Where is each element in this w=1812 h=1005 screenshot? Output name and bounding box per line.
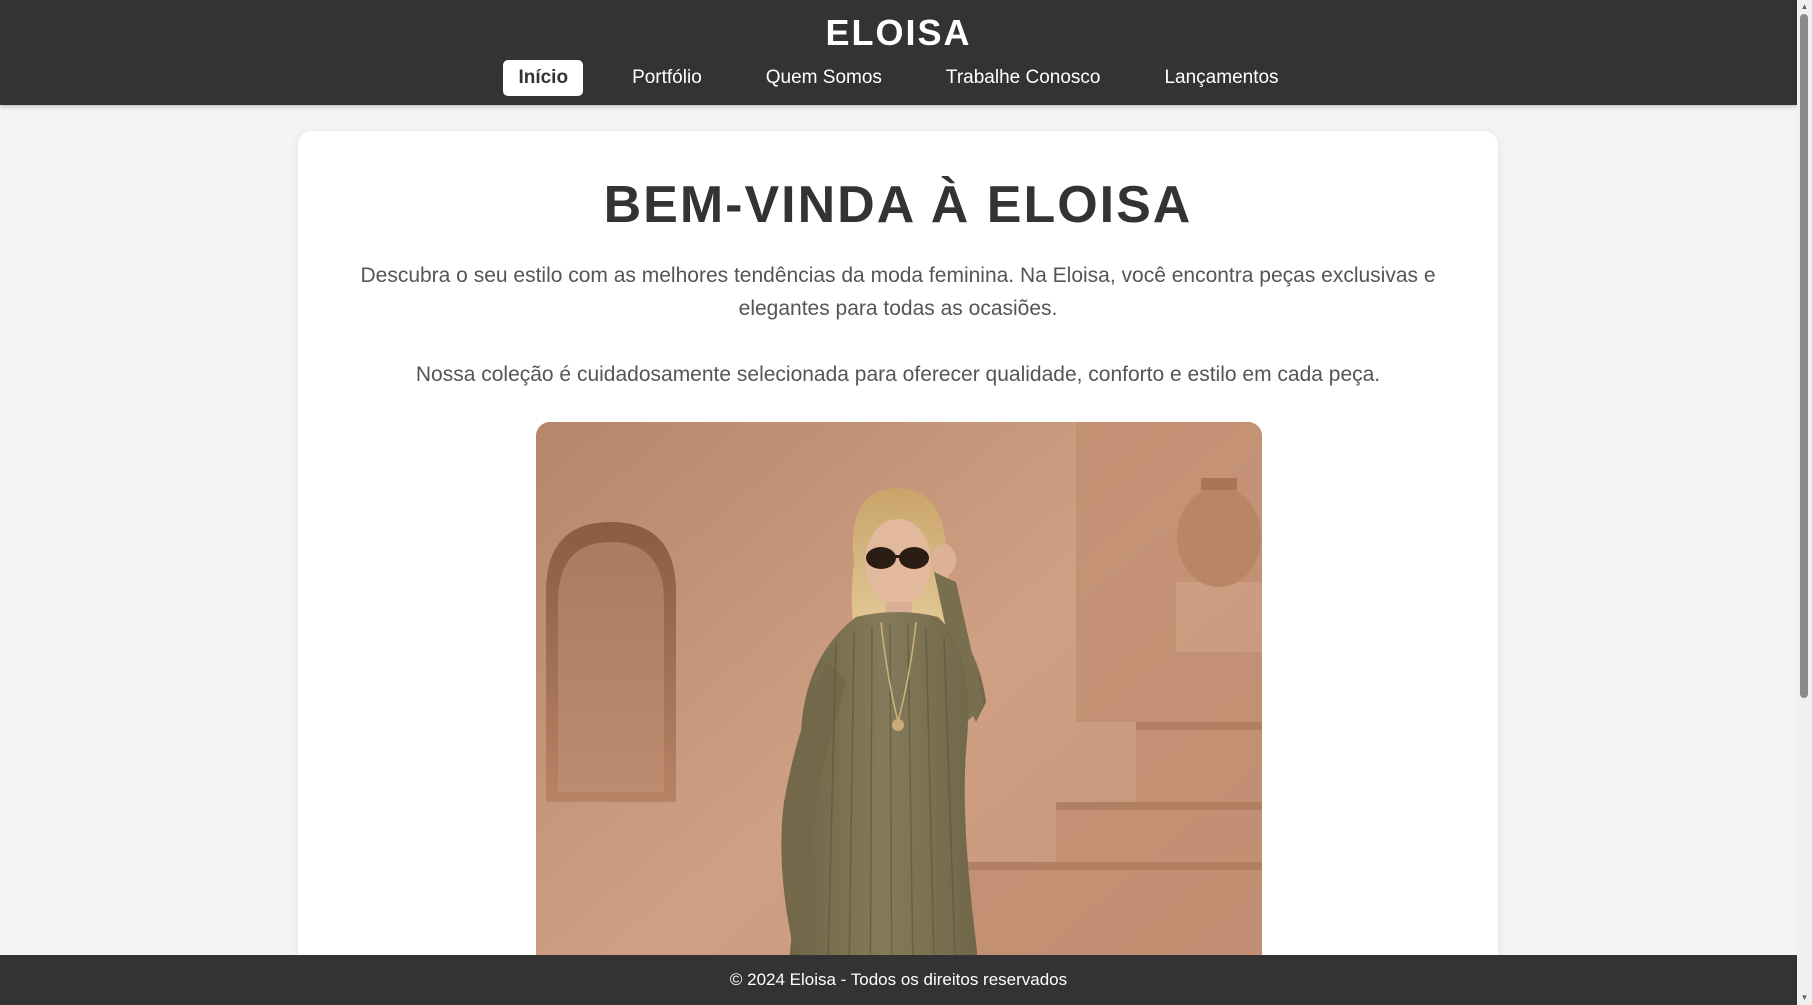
welcome-card: BEM-VINDA À ELOISA Descubra o seu estilo… [298,131,1498,1005]
nav-item-inicio[interactable]: Início [503,60,584,96]
hero-photo-illustration [536,422,1262,1005]
welcome-heading: BEM-VINDA À ELOISA [603,176,1193,234]
nav-item-lancamentos[interactable]: Lançamentos [1149,60,1293,96]
page: ELOISA Início Portfólio Quem Somos Traba… [0,0,1797,1005]
scroll-down-icon[interactable]: ▼ [1797,991,1812,1005]
intro-text: Descubra o seu estilo com as melhores te… [360,264,1436,320]
nav-item-quem-somos[interactable]: Quem Somos [751,60,897,96]
site-title[interactable]: ELOISA [0,12,1797,54]
hero-photo [536,422,1262,1005]
page-scrollbar[interactable]: ▲ ▼ [1797,0,1812,1005]
nav-item-portfolio[interactable]: Portfólio [617,60,717,96]
main-nav: Início Portfólio Quem Somos Trabalhe Con… [0,60,1797,96]
scrollbar-thumb[interactable] [1800,14,1808,698]
site-footer: © 2024 Eloisa - Todos os direitos reserv… [0,955,1797,1005]
collection-text: Nossa coleção é cuidadosamente seleciona… [415,363,1381,386]
footer-text: © 2024 Eloisa - Todos os direitos reserv… [729,970,1068,989]
scroll-up-icon[interactable]: ▲ [1797,0,1812,14]
nav-item-trabalhe-conosco[interactable]: Trabalhe Conosco [931,60,1116,96]
site-header: ELOISA Início Portfólio Quem Somos Traba… [0,0,1797,105]
